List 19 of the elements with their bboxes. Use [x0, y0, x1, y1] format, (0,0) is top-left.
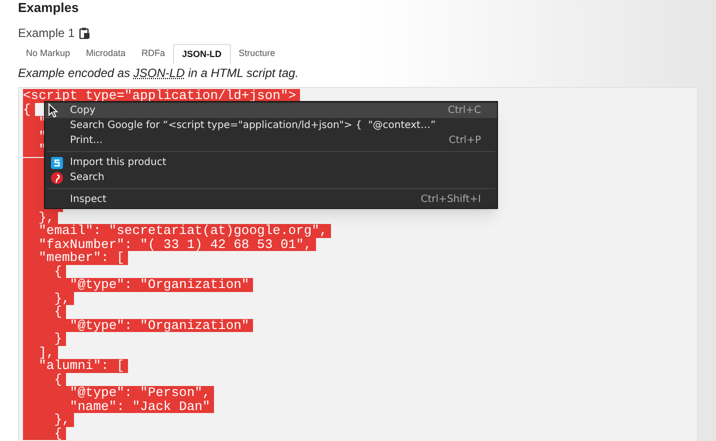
shortcut-label: Ctrl+P: [448, 134, 481, 148]
menu-item[interactable]: Import this product: [45, 155, 497, 170]
shortcut-label: Ctrl+Shift+I: [420, 193, 481, 207]
menu-item[interactable]: Search: [45, 170, 497, 185]
example-title: Example 1: [18, 25, 75, 42]
shortcut-label: Ctrl+C: [448, 104, 481, 118]
tab[interactable]: Microdata: [78, 44, 134, 64]
description: Example encoded as JSON-LD in a HTML script tag.: [18, 65, 300, 81]
section-title: Examples: [18, 0, 80, 16]
json-ld-link[interactable]: JSON-LD: [133, 66, 185, 80]
menu-item[interactable]: Inspect Ctrl+Shift+I: [45, 192, 497, 207]
app-logo-icon: [51, 156, 63, 168]
tab[interactable]: JSON-LD: [173, 44, 231, 64]
clipboard-icon[interactable]: [78, 27, 90, 39]
menu-item[interactable]: Copy Ctrl+C: [45, 103, 497, 118]
tab[interactable]: No Markup: [18, 44, 78, 64]
pin-logo-icon: [51, 172, 63, 184]
tab[interactable]: RDFa: [134, 44, 174, 64]
tab[interactable]: Structure: [230, 44, 284, 64]
